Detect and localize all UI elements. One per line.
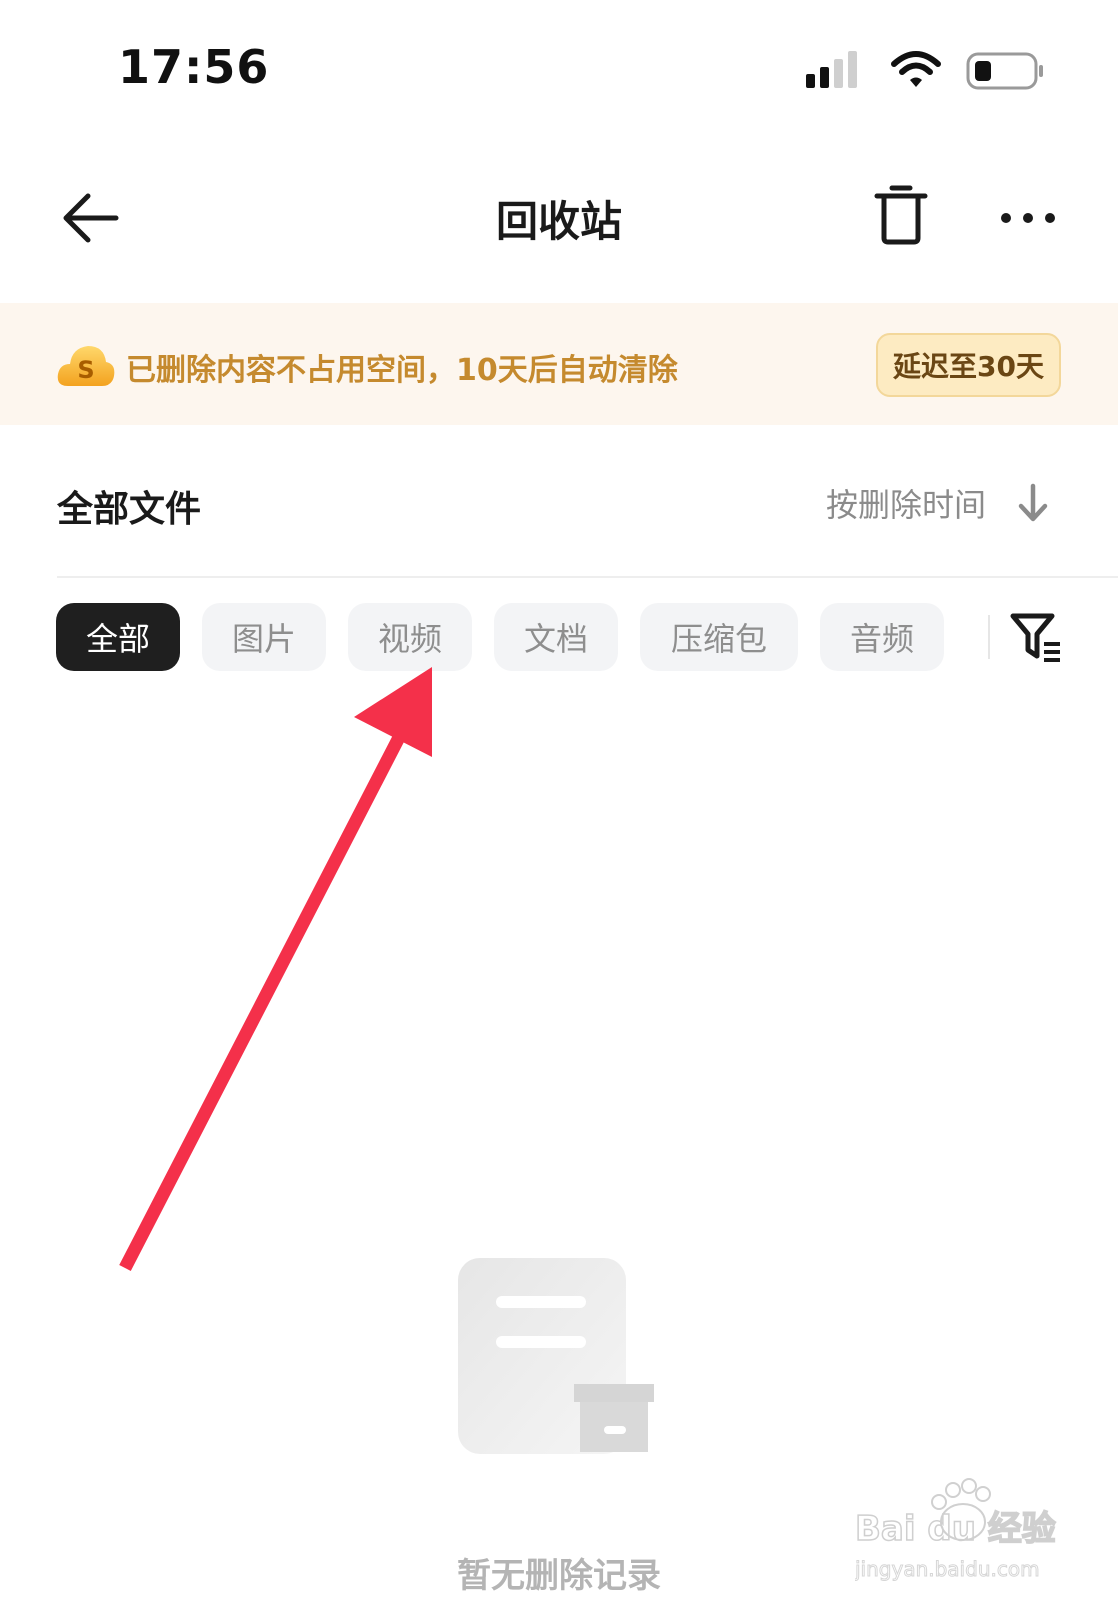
svg-text:S: S <box>77 356 94 384</box>
wifi-icon <box>891 51 941 87</box>
filter-chip-archives[interactable]: 压缩包 <box>640 603 798 671</box>
section-title: 全部文件 <box>57 489 202 530</box>
more-options-icon[interactable] <box>1000 200 1056 236</box>
sort-by-delete-time[interactable]: 按删除时间 <box>826 480 986 526</box>
filter-chip-audio[interactable]: 音频 <box>820 603 944 671</box>
chip-separator <box>988 615 990 659</box>
filter-chip-documents[interactable]: 文档 <box>494 603 618 671</box>
divider <box>57 576 1118 578</box>
banner-message: 已删除内容不占用空间，10天后自动清除 <box>126 353 678 388</box>
battery-icon <box>966 52 1043 90</box>
filter-chip-all[interactable]: 全部 <box>56 603 180 671</box>
baidu-jingyan-watermark: Bai du 经验 jingyan.baidu.com <box>855 1478 1056 1582</box>
svg-text:Bai du 经验: Bai du 经验 <box>855 1509 1056 1549</box>
page-title: 回收站 <box>495 197 622 246</box>
filter-icon[interactable] <box>1010 612 1062 664</box>
filter-chip-images[interactable]: 图片 <box>202 603 326 671</box>
extend-to-30-days-button[interactable]: 延迟至30天 <box>876 333 1061 397</box>
trash-icon[interactable] <box>874 184 928 246</box>
cellular-signal-icon <box>806 51 857 88</box>
sort-down-arrow-icon[interactable] <box>1016 482 1050 524</box>
cloud-coin-icon: S <box>57 346 115 386</box>
empty-box-illustration <box>458 1258 654 1454</box>
status-time: 17:56 <box>118 40 270 94</box>
svg-text:jingyan.baidu.com: jingyan.baidu.com <box>855 1557 1040 1581</box>
filter-chip-videos[interactable]: 视频 <box>348 603 472 671</box>
